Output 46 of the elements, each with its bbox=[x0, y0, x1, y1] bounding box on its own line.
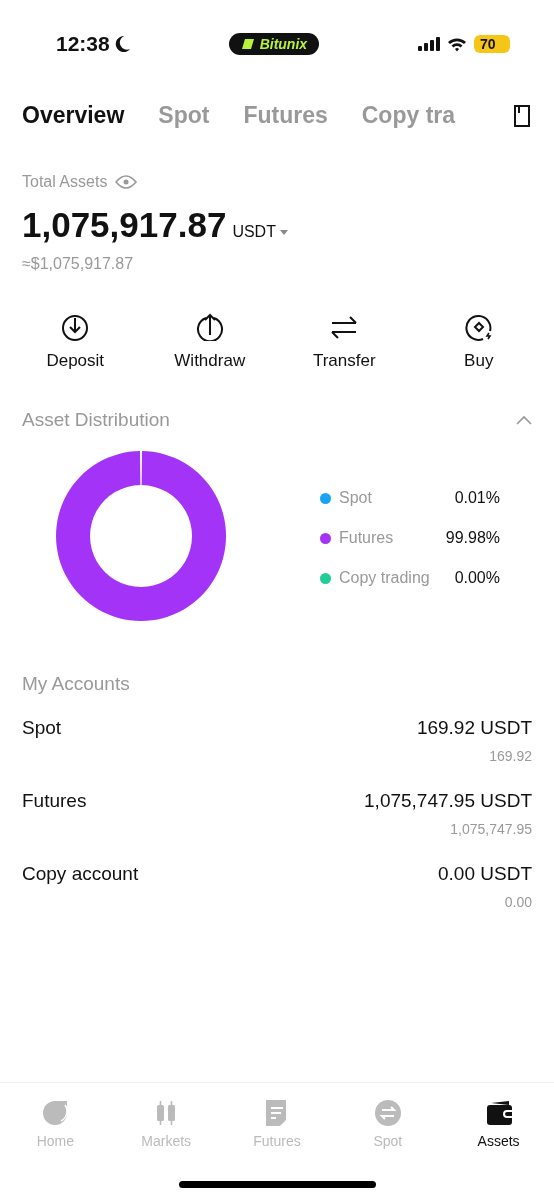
app-name: Bitunix bbox=[259, 36, 308, 52]
account-subvalue: 169.92 bbox=[489, 748, 532, 764]
legend-label: Spot bbox=[339, 489, 373, 507]
legend-label: Futures bbox=[339, 529, 395, 547]
moon-icon bbox=[113, 35, 130, 53]
legend-percent: 0.01% bbox=[454, 489, 500, 507]
wifi-icon bbox=[447, 36, 467, 52]
account-subvalue: 1,075,747.95 bbox=[450, 821, 532, 837]
battery-level: 70 bbox=[474, 35, 510, 53]
action-button[interactable]: Withdraw bbox=[142, 313, 277, 371]
deposit-icon bbox=[61, 313, 90, 341]
coin-icon bbox=[464, 313, 493, 341]
legend-percent: 0.00% bbox=[454, 569, 500, 587]
signal-icon bbox=[418, 37, 440, 51]
home-icon bbox=[41, 1099, 70, 1127]
currency-label: USDT bbox=[232, 223, 276, 241]
section-title: My Accounts bbox=[21, 673, 131, 695]
action-button[interactable]: Transfer bbox=[277, 313, 412, 371]
caret-icon bbox=[279, 229, 288, 235]
clock-time: 12:38 bbox=[56, 32, 110, 56]
account-subvalue: 0.00 bbox=[504, 894, 532, 910]
exchange-icon bbox=[373, 1099, 402, 1127]
tab[interactable]: Overview bbox=[22, 102, 125, 129]
account-balance: 0.00 USDT bbox=[438, 863, 532, 885]
logo-icon bbox=[240, 38, 255, 50]
transfer-icon bbox=[330, 313, 359, 341]
legend-label: Copy trading bbox=[339, 569, 431, 587]
total-amount: 1,075,917.87 bbox=[22, 205, 227, 245]
collapse-icon[interactable] bbox=[516, 415, 532, 425]
account-name: Futures bbox=[22, 790, 87, 812]
withdraw-icon bbox=[195, 313, 224, 341]
nav-tab[interactable]: Assets bbox=[443, 1099, 554, 1153]
account-name: Copy account bbox=[22, 863, 139, 885]
wallet-icon bbox=[484, 1099, 513, 1127]
total-label: Total Assets bbox=[22, 173, 108, 191]
legend-percent: 99.98% bbox=[445, 529, 500, 547]
approx-value: ≈$1,075,917.87 bbox=[22, 255, 135, 273]
action-button[interactable]: Buy bbox=[411, 313, 546, 371]
account-name: Spot bbox=[22, 717, 62, 739]
action-button[interactable]: Deposit bbox=[8, 313, 143, 371]
section-title: Asset Distribution bbox=[22, 409, 170, 431]
record-icon[interactable] bbox=[512, 104, 532, 127]
currency-selector[interactable]: USDT bbox=[232, 223, 288, 241]
account-balance: 169.92 USDT bbox=[416, 717, 532, 739]
eye-icon[interactable] bbox=[115, 175, 138, 189]
account-balance: 1,075,747.95 USDT bbox=[364, 790, 532, 812]
